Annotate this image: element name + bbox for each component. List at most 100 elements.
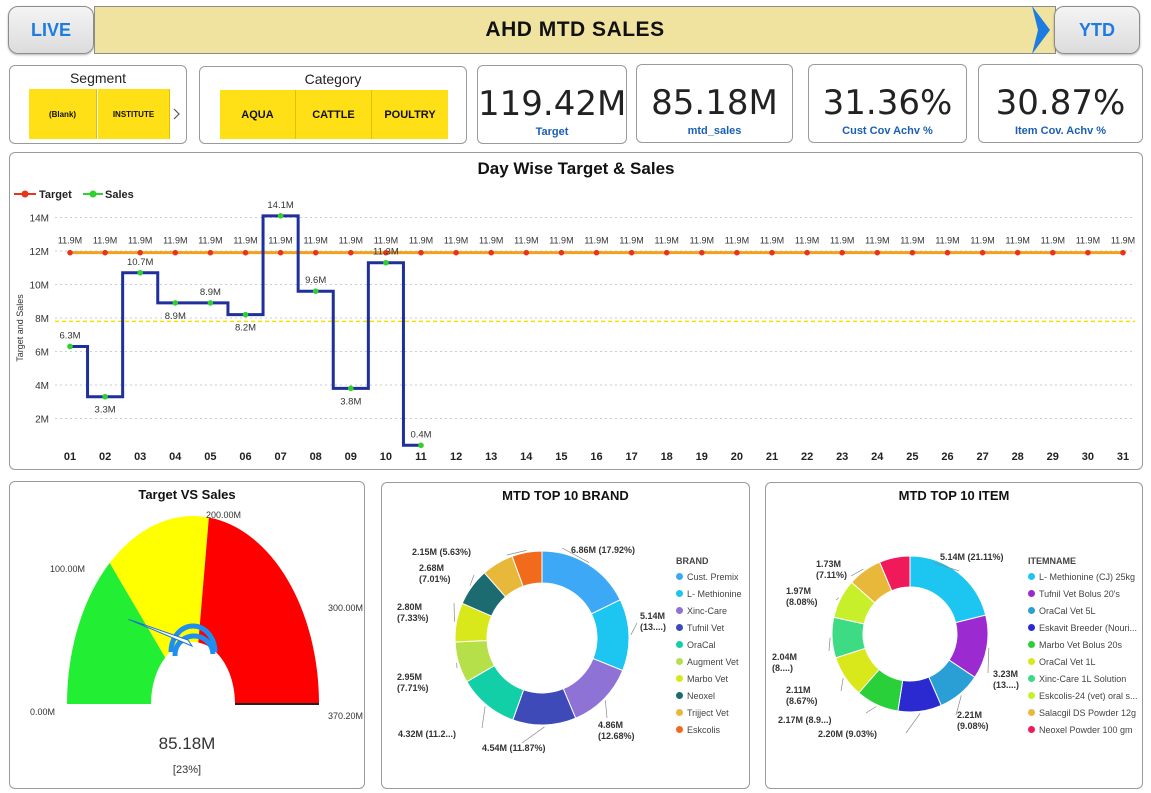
legend-item[interactable]: OraCal <box>676 636 742 653</box>
legend-dot-icon <box>676 590 683 597</box>
legend-item[interactable]: Marbo Vet <box>676 670 742 687</box>
legend-label: Augment Vet <box>687 656 739 667</box>
ytd-button[interactable]: YTD <box>1054 6 1140 54</box>
sales-point <box>418 442 424 449</box>
donut-leader-line <box>481 706 486 729</box>
x-tick-label: 16 <box>590 451 602 463</box>
legend-item[interactable]: OraCal Vet 5L <box>1028 602 1138 619</box>
donut-data-label: (8....) <box>772 663 793 673</box>
y-tick-label: 14M <box>30 214 49 225</box>
legend-item[interactable]: Neoxel Powder 100 gm <box>1028 721 1138 738</box>
donut-leader-line <box>987 647 990 674</box>
target-point <box>172 249 179 256</box>
category-option-poultry[interactable]: POULTRY <box>372 90 448 139</box>
donut-data-label: 2.68M <box>419 563 444 573</box>
line-chart: Target Sales Target and Sales 2M 4M 6M 8M 10M 12… <box>14 189 1135 463</box>
donut-data-label: 4.86M <box>598 720 623 730</box>
donut-data-label: 5.14M (21.11%) <box>940 552 1004 562</box>
x-tick-label: 26 <box>941 451 953 463</box>
legend-item[interactable]: Eskavit Breeder (Nouri... <box>1028 619 1138 636</box>
x-tick-label: 22 <box>801 451 813 463</box>
x-tick-label: 23 <box>836 451 848 463</box>
sales-data-label: 6.3M <box>59 330 80 341</box>
target-data-label: 11.9M <box>865 236 889 246</box>
sales-data-label: 11.3M <box>373 247 399 258</box>
legend-item[interactable]: Tufnil Vet <box>676 619 742 636</box>
legend-dot-icon <box>676 607 683 614</box>
legend-item[interactable]: L- Methionine (CJ) 25kg <box>1028 568 1138 585</box>
target-data-label: 11.9M <box>58 236 82 246</box>
target-data-label: 11.9M <box>935 236 959 246</box>
legend-item[interactable]: OraCal Vet 1L <box>1028 653 1138 670</box>
legend-label: OraCal <box>687 639 716 650</box>
x-tick-label: 06 <box>239 451 251 463</box>
x-tick-label: 15 <box>555 451 567 463</box>
legend-item[interactable]: Eskcolis <box>676 721 742 738</box>
chevron-right-icon[interactable] <box>1030 4 1052 56</box>
kpi-label: mtd_sales <box>687 125 742 137</box>
category-option-aqua[interactable]: AQUA <box>220 90 296 139</box>
legend-item[interactable]: Cust. Premix <box>676 568 742 585</box>
donut-leader-line <box>630 622 638 635</box>
brand-legend: BRAND Cust. Premix L- Methionine Xinc-Care… <box>676 556 742 738</box>
legend-item[interactable]: Xinc-Care 1L Solution <box>1028 670 1138 687</box>
gauge-tick-label: 200.00M <box>206 510 241 520</box>
donut-data-label: (13....) <box>993 680 1019 690</box>
donut-leader-line <box>865 706 877 714</box>
legend-item[interactable]: L- Methionine <box>676 585 742 602</box>
sales-point <box>172 300 179 306</box>
legend-item[interactable]: Eskcolis-24 (vet) oral s... <box>1028 687 1138 704</box>
x-tick-label: 01 <box>64 451 76 463</box>
sales-data-label: 0.4M <box>410 429 431 440</box>
target-point <box>944 249 951 256</box>
target-data-label: 11.9M <box>409 236 433 246</box>
target-point <box>699 249 705 256</box>
x-tick-label: 14 <box>520 451 533 463</box>
legend-dot-icon <box>1028 607 1035 614</box>
legend-item[interactable]: Tufnil Vet Bolus 20's <box>1028 585 1138 602</box>
x-tick-label: 03 <box>134 451 146 463</box>
sales-point <box>277 213 284 219</box>
kpi-value: 85.18M <box>651 83 778 123</box>
target-point <box>1085 249 1091 256</box>
target-data-label: 11.9M <box>584 236 608 246</box>
target-data-label: 11.9M <box>900 236 924 246</box>
target-data-label: 11.9M <box>1041 236 1065 246</box>
x-tick-label: 24 <box>871 451 884 463</box>
target-point <box>453 249 459 256</box>
donut-data-label: (7.11%) <box>816 570 847 580</box>
legend-label: Neoxel <box>687 690 716 701</box>
brand-legend-title: BRAND <box>676 556 709 566</box>
legend-label: Eskavit Breeder (Nouri... <box>1039 622 1138 633</box>
legend-item[interactable]: Augment Vet <box>676 653 742 670</box>
x-tick-label: 21 <box>766 451 778 463</box>
gauge-tick-label: 370.20M <box>328 711 363 721</box>
y-tick-label: 6M <box>35 348 49 359</box>
target-point <box>1014 249 1021 256</box>
legend-item[interactable]: Neoxel <box>676 687 742 704</box>
donut-data-label: (7.71%) <box>397 683 429 693</box>
segment-option-blank[interactable]: (Blank) <box>29 89 97 139</box>
category-title: Category <box>304 71 362 87</box>
legend-item[interactable]: Xinc-Care <box>676 602 742 619</box>
donut-data-label: 2.95M <box>397 672 422 682</box>
legend-item[interactable]: Marbo Vet Bolus 20s <box>1028 636 1138 653</box>
legend-target-label: Target <box>39 189 72 201</box>
target-point <box>67 249 73 256</box>
x-tick-label: 10 <box>380 451 392 463</box>
category-option-cattle[interactable]: CATTLE <box>296 90 372 139</box>
segment-option-institute[interactable]: INSTITUTE <box>98 89 170 139</box>
donut-slice <box>541 550 621 615</box>
target-point <box>804 249 810 256</box>
x-tick-label: 28 <box>1012 451 1024 463</box>
chevron-right-icon[interactable] <box>173 108 181 120</box>
kpi-cust-cov-card: 31.36% Cust Cov Achv % <box>808 64 967 143</box>
donut-data-label: 1.73M <box>816 559 841 569</box>
donut-data-label: (8.67%) <box>786 696 818 706</box>
legend-item[interactable]: Salacgil DS Powder 12g <box>1028 704 1138 721</box>
legend-dot-icon <box>1028 658 1035 665</box>
target-data-label: 11.9M <box>444 236 468 246</box>
sales-data-label: 10.7M <box>127 257 153 268</box>
live-button[interactable]: LIVE <box>8 6 94 54</box>
legend-item[interactable]: Trijject Vet <box>676 704 742 721</box>
